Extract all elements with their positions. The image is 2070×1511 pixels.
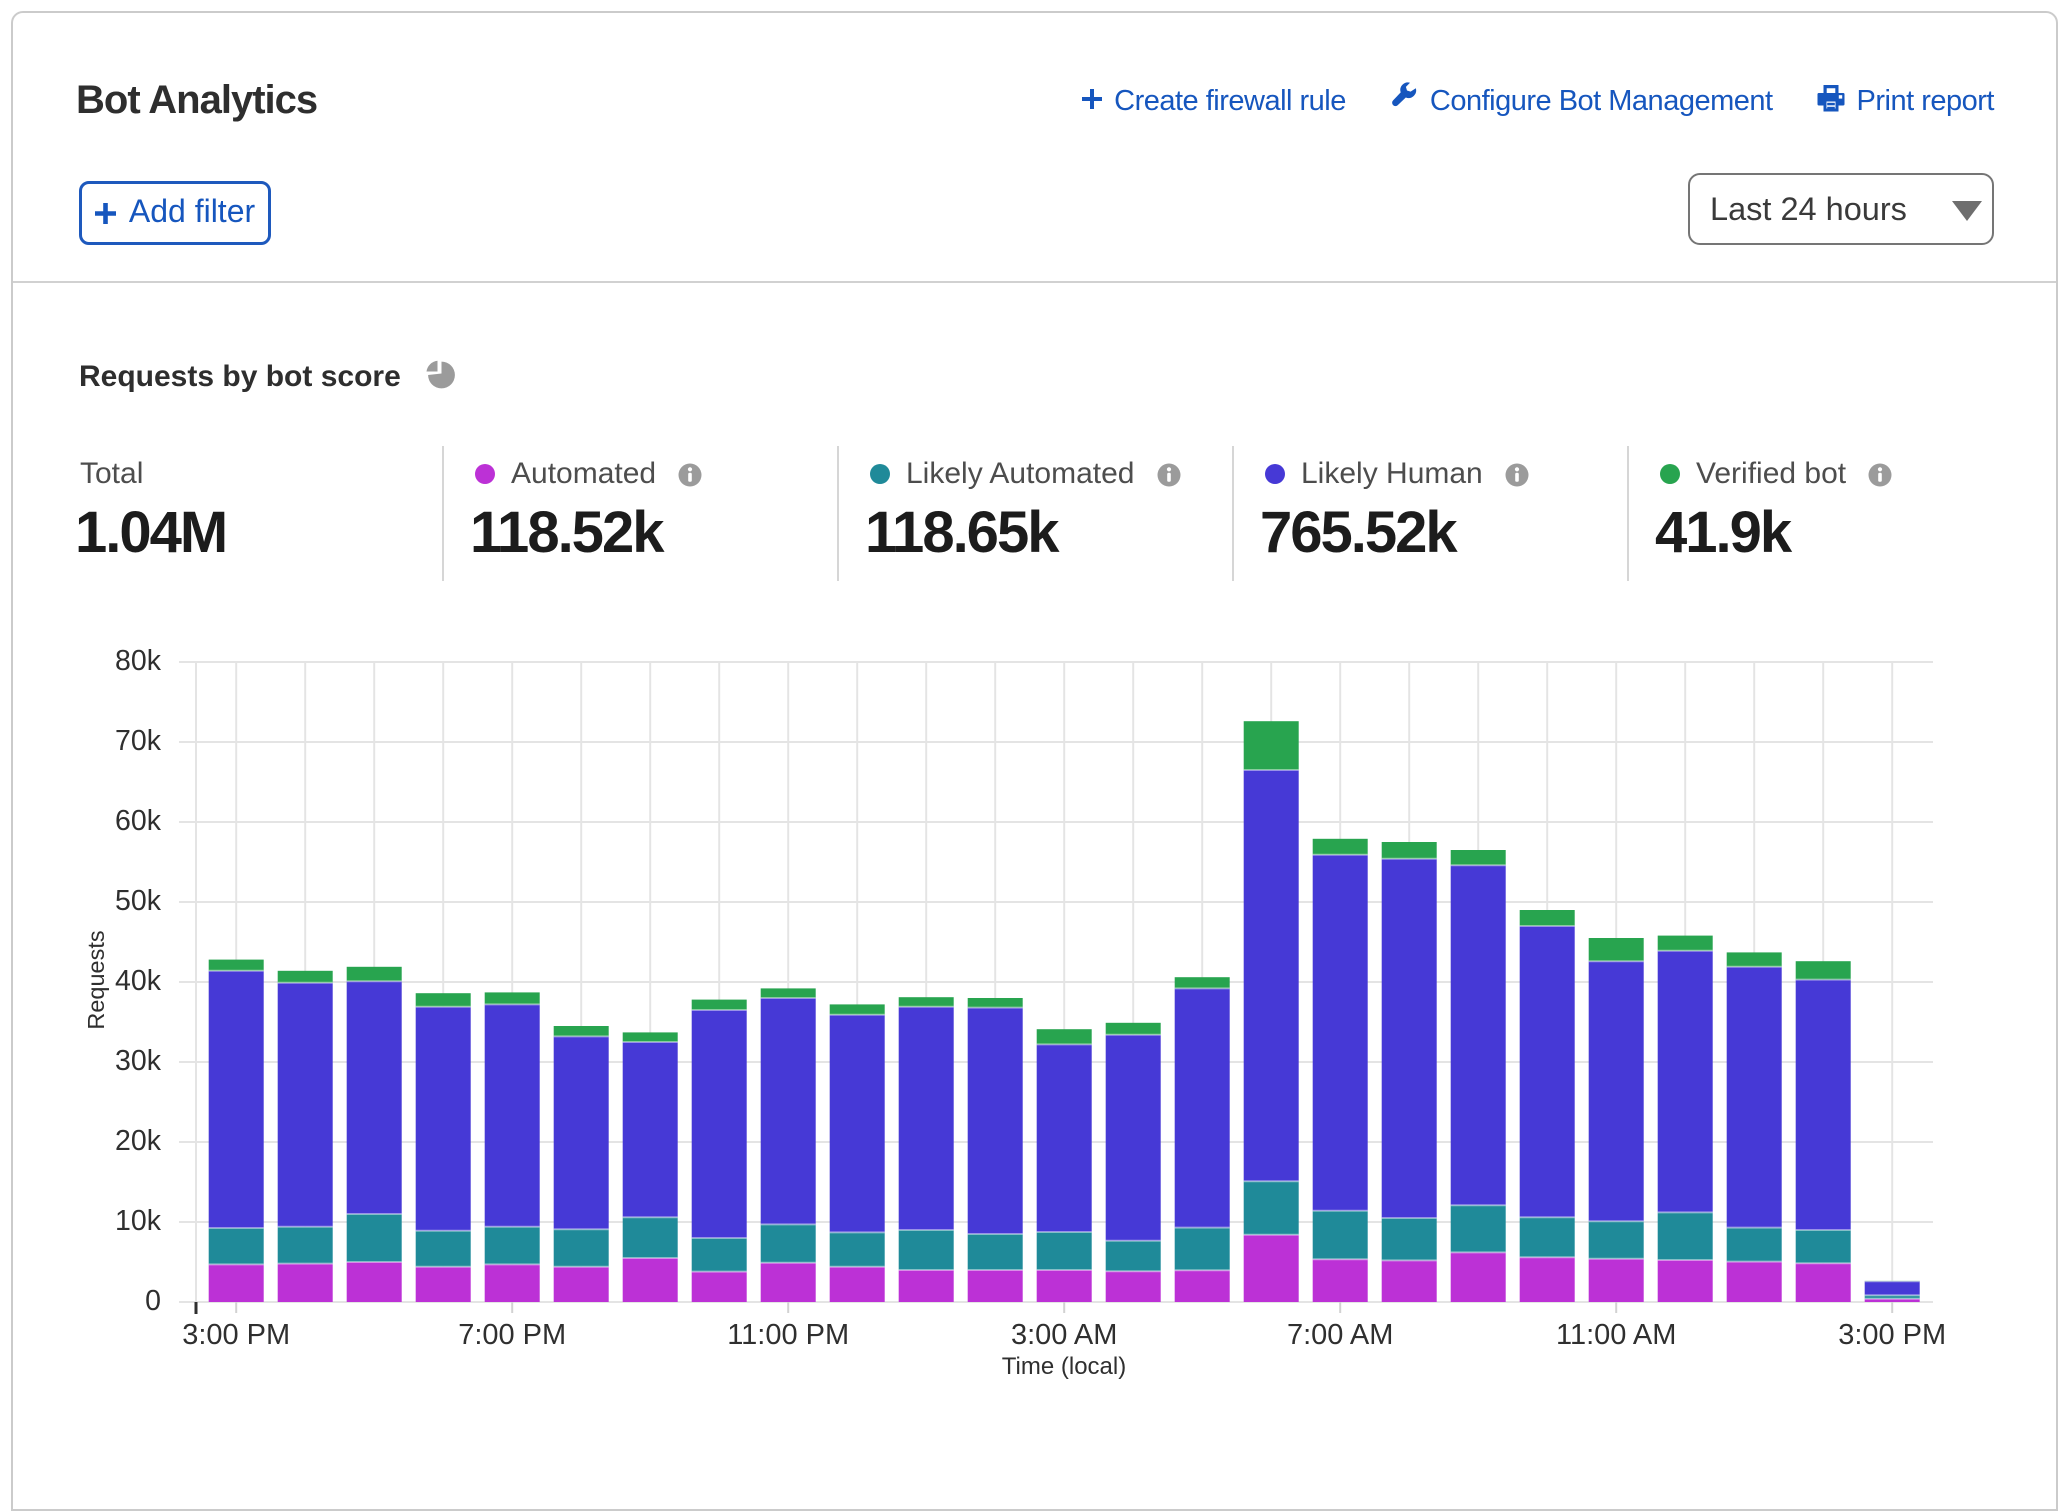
- svg-text:3:00 PM: 3:00 PM: [182, 1319, 290, 1351]
- svg-text:10k: 10k: [115, 1205, 162, 1237]
- svg-text:70k: 70k: [115, 725, 162, 757]
- svg-text:11:00 AM: 11:00 AM: [1556, 1319, 1676, 1351]
- svg-text:50k: 50k: [115, 885, 162, 917]
- svg-text:30k: 30k: [115, 1045, 162, 1077]
- svg-text:3:00 AM: 3:00 AM: [1011, 1319, 1117, 1351]
- svg-text:60k: 60k: [115, 805, 162, 837]
- svg-text:3:00 PM: 3:00 PM: [1838, 1319, 1946, 1351]
- svg-text:Requests: Requests: [83, 930, 109, 1029]
- svg-text:20k: 20k: [115, 1125, 162, 1157]
- svg-text:Time (local): Time (local): [1002, 1353, 1126, 1380]
- svg-text:40k: 40k: [115, 965, 162, 997]
- svg-text:80k: 80k: [115, 645, 162, 677]
- svg-text:7:00 AM: 7:00 AM: [1287, 1319, 1393, 1351]
- svg-text:11:00 PM: 11:00 PM: [727, 1319, 849, 1351]
- svg-text:7:00 PM: 7:00 PM: [458, 1319, 566, 1351]
- svg-text:0: 0: [145, 1285, 161, 1317]
